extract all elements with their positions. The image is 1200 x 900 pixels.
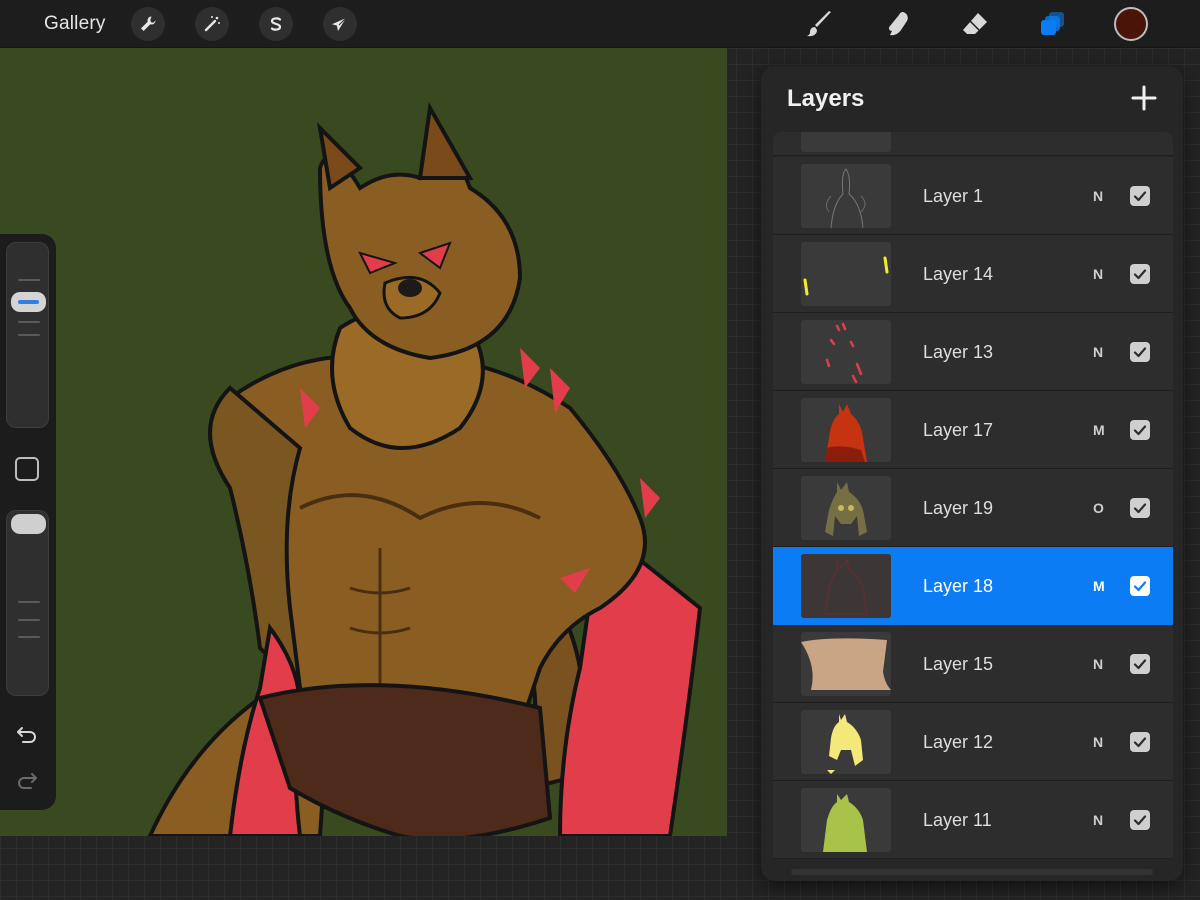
- slider-tick: [18, 601, 40, 603]
- layer-row[interactable]: Layer 11 N: [773, 781, 1173, 859]
- layer-name: Layer 12: [923, 732, 994, 752]
- layer-name: Layer 19: [923, 498, 994, 518]
- visibility-checkbox[interactable]: [1130, 732, 1150, 752]
- eraser-tool[interactable]: [957, 6, 993, 42]
- selection-s-icon: [270, 17, 282, 31]
- panel-scroll-bottom: [791, 869, 1153, 875]
- layer-row[interactable]: Layer 13 N: [773, 313, 1173, 391]
- layer-name: Layer 14: [923, 264, 994, 284]
- checkmark-icon: [1133, 347, 1147, 358]
- checkmark-icon: [1133, 737, 1147, 748]
- layer-row[interactable]: Layer 19 O: [773, 469, 1173, 547]
- blend-mode-button[interactable]: M: [1093, 578, 1105, 594]
- visibility-checkbox[interactable]: [1130, 654, 1150, 674]
- layer-thumbnail: [801, 242, 891, 306]
- layer-name: Layer 17: [923, 420, 994, 440]
- layer-name: Layer 15: [923, 654, 994, 674]
- slider-tick: [18, 334, 40, 336]
- layer-thumbnail: [801, 788, 891, 852]
- layer-row[interactable]: Layer 17 M: [773, 391, 1173, 469]
- checkmark-icon: [1133, 581, 1147, 592]
- layer-name: Layer 13: [923, 342, 994, 362]
- opacity-thumb[interactable]: [11, 514, 46, 534]
- blend-mode-button[interactable]: O: [1093, 500, 1104, 516]
- layers-icon: [1041, 12, 1064, 35]
- visibility-checkbox[interactable]: [1130, 498, 1150, 518]
- layer-row[interactable]: Layer 15 N: [773, 625, 1173, 703]
- redo-button[interactable]: [13, 769, 41, 793]
- layer-row[interactable]: Layer 12 N: [773, 703, 1173, 781]
- layers-title: Layers: [787, 85, 865, 112]
- checkmark-icon: [1133, 191, 1147, 202]
- undo-arrow-icon: [17, 727, 36, 743]
- visibility-checkbox[interactable]: [1130, 342, 1150, 362]
- checkmark-icon: [1133, 425, 1147, 436]
- checkmark-icon: [1133, 815, 1147, 826]
- transform-button[interactable]: [323, 7, 357, 41]
- werewolf-artwork: [0, 48, 727, 836]
- layer-thumbnail: [801, 710, 891, 774]
- slider-tick: [18, 321, 40, 323]
- modify-button[interactable]: [15, 457, 39, 481]
- visibility-checkbox[interactable]: [1130, 576, 1150, 596]
- layer-thumbnail: [801, 164, 891, 228]
- blend-mode-button[interactable]: N: [1093, 812, 1103, 828]
- layer-thumbnail: [801, 632, 891, 696]
- checkmark-icon: [1133, 269, 1147, 280]
- blend-mode-button[interactable]: N: [1093, 266, 1103, 282]
- layer-name: Layer 18: [923, 576, 994, 596]
- brush-size-thumb[interactable]: [11, 292, 46, 312]
- redo-arrow-icon: [18, 773, 37, 789]
- visibility-checkbox[interactable]: [1130, 264, 1150, 284]
- left-sidebar: [0, 234, 56, 810]
- slider-tick: [18, 279, 40, 281]
- slider-tick: [18, 636, 40, 638]
- arrow-cursor-icon: [332, 17, 347, 31]
- layer-thumbnail: [801, 132, 891, 152]
- adjustments-button[interactable]: [195, 7, 229, 41]
- layer-row[interactable]: Layer 1 N: [773, 157, 1173, 235]
- undo-button[interactable]: [13, 723, 41, 747]
- wrench-icon: [141, 16, 156, 31]
- layer-thumbnail: [801, 476, 891, 540]
- layer-row[interactable]: Layer 14 N: [773, 235, 1173, 313]
- layer-name: Layer 11: [923, 810, 992, 830]
- layers-tool[interactable]: [1035, 6, 1071, 42]
- visibility-checkbox[interactable]: [1130, 810, 1150, 830]
- layers-list[interactable]: Layer 1 N Layer 14 N Layer 13 N Layer 17…: [773, 132, 1173, 881]
- selection-button[interactable]: [259, 7, 293, 41]
- top-toolbar: Gallery: [0, 0, 1200, 48]
- checkmark-icon: [1133, 503, 1147, 514]
- add-layer-button[interactable]: [1129, 83, 1159, 113]
- blend-mode-button[interactable]: N: [1093, 188, 1103, 204]
- layer-thumbnail: [801, 554, 891, 618]
- eraser-icon: [963, 13, 987, 34]
- smudge-icon: [888, 12, 908, 36]
- opacity-slider[interactable]: [6, 510, 49, 696]
- slider-tick: [18, 619, 40, 621]
- brush-size-slider[interactable]: [6, 242, 49, 428]
- drawing-canvas[interactable]: [0, 48, 727, 836]
- gallery-link[interactable]: Gallery: [44, 13, 106, 35]
- actions-button[interactable]: [131, 7, 165, 41]
- plus-icon: [1131, 85, 1157, 111]
- layer-row-partial[interactable]: [773, 132, 1173, 156]
- checkmark-icon: [1133, 659, 1147, 670]
- smudge-tool[interactable]: [880, 6, 916, 42]
- layers-panel: Layers Layer 1 N Layer 14 N Layer 13 N L…: [761, 66, 1183, 881]
- magic-wand-icon: [204, 16, 220, 32]
- visibility-checkbox[interactable]: [1130, 186, 1150, 206]
- blend-mode-button[interactable]: M: [1093, 422, 1105, 438]
- layer-thumbnail: [801, 320, 891, 384]
- blend-mode-button[interactable]: N: [1093, 656, 1103, 672]
- color-picker-swatch[interactable]: [1114, 7, 1148, 41]
- layer-name: Layer 1: [923, 186, 984, 206]
- brush-icon: [807, 11, 831, 37]
- layer-row-selected[interactable]: Layer 18 M: [773, 547, 1173, 625]
- layer-thumbnail: [801, 398, 891, 462]
- blend-mode-button[interactable]: N: [1093, 734, 1103, 750]
- blend-mode-button[interactable]: N: [1093, 344, 1103, 360]
- brush-tool[interactable]: [802, 6, 838, 42]
- visibility-checkbox[interactable]: [1130, 420, 1150, 440]
